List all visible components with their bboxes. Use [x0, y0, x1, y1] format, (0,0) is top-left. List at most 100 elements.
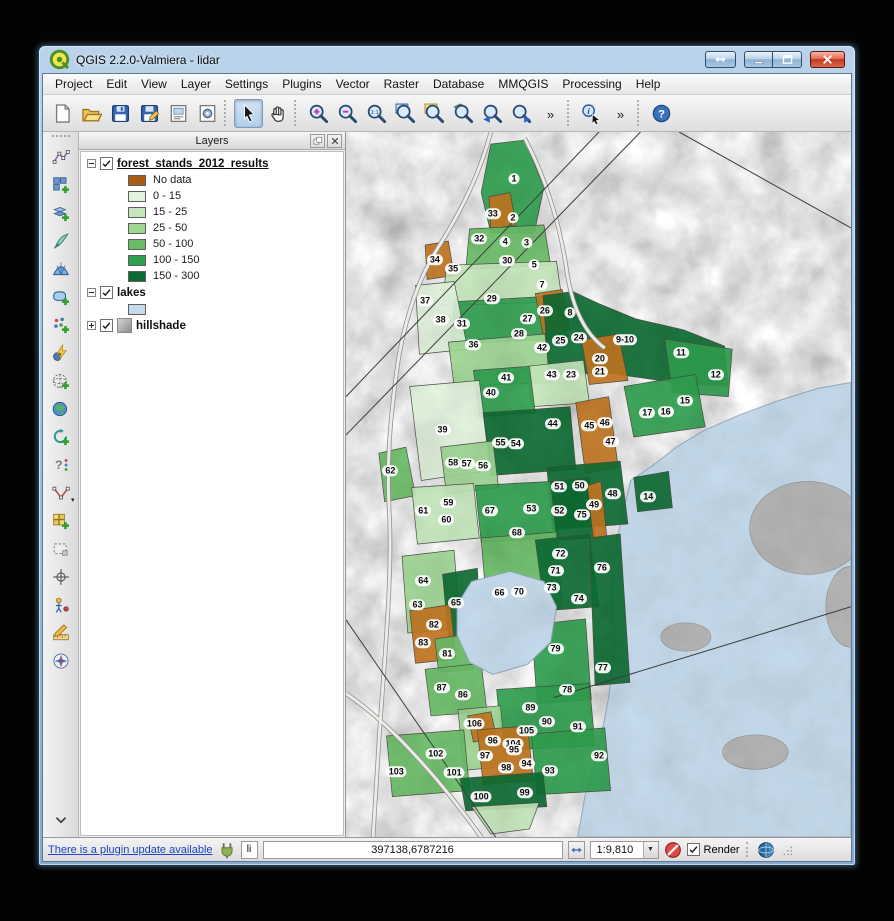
- scale-combobox[interactable]: 1:9,810 ▼: [590, 841, 659, 859]
- resize-grip[interactable]: [780, 842, 794, 858]
- titlebar[interactable]: QGIS 2.2.0-Valmiera - lidar: [42, 46, 852, 73]
- legend-item: No data: [81, 172, 343, 188]
- overflow-button[interactable]: »: [606, 99, 635, 128]
- lightning-button[interactable]: [47, 339, 75, 366]
- digitize-nodes-icon: [52, 148, 70, 166]
- zoom-layer-button[interactable]: [449, 99, 478, 128]
- crosshair-button[interactable]: [47, 563, 75, 590]
- rounded-rect-button[interactable]: [47, 283, 75, 310]
- legend-item: 50 - 100: [81, 236, 343, 252]
- menu-view[interactable]: View: [134, 75, 174, 93]
- menu-layer[interactable]: Layer: [174, 75, 218, 93]
- zoom-selection-button[interactable]: [420, 99, 449, 128]
- stop-render-button[interactable]: [664, 841, 682, 859]
- zoom-next-button[interactable]: [507, 99, 536, 128]
- zoom-in-icon: [308, 103, 329, 124]
- pan-map-button[interactable]: [263, 99, 292, 128]
- main-toolbar: 1:1»i»?: [43, 95, 851, 132]
- feather-button[interactable]: [47, 227, 75, 254]
- chevron-down-icon[interactable]: ▼: [643, 842, 658, 858]
- svg-text:1:1: 1:1: [371, 109, 379, 115]
- open-project-button[interactable]: [77, 99, 106, 128]
- menu-plugins[interactable]: Plugins: [275, 75, 328, 93]
- pencil-measure-button[interactable]: [47, 619, 75, 646]
- legend-label: No data: [153, 174, 192, 186]
- identify-button[interactable]: i: [577, 99, 606, 128]
- menu-mmqgis[interactable]: MMQGIS: [491, 75, 555, 93]
- zoom-out-icon: [337, 103, 358, 124]
- window-arrows-button[interactable]: [705, 51, 736, 68]
- collapse-icon[interactable]: [87, 288, 96, 297]
- layer-name[interactable]: hillshade: [136, 320, 186, 332]
- more-tools-button[interactable]: [47, 806, 75, 833]
- minimize-button[interactable]: [744, 51, 773, 68]
- render-toggle[interactable]: Render: [687, 843, 740, 856]
- close-button[interactable]: [810, 51, 845, 68]
- menu-vector[interactable]: Vector: [329, 75, 377, 93]
- add-part-button[interactable]: [47, 171, 75, 198]
- map-canvas[interactable]: 1332324334353057292637278383128253642249…: [346, 132, 851, 837]
- layer-visibility-checkbox[interactable]: [100, 286, 113, 299]
- globe-button[interactable]: [47, 395, 75, 422]
- scale-value: 1:9,810: [591, 842, 643, 858]
- zoom-last-icon: [482, 103, 503, 124]
- add-layers-button[interactable]: [47, 199, 75, 226]
- grid-add-button[interactable]: [47, 507, 75, 534]
- menu-settings[interactable]: Settings: [218, 75, 275, 93]
- window-title: QGIS 2.2.0-Valmiera - lidar: [76, 53, 220, 67]
- float-panel-button[interactable]: [310, 134, 325, 148]
- save-project-as-button[interactable]: [135, 99, 164, 128]
- layer-row[interactable]: forest_stands_2012_results: [81, 155, 343, 172]
- new-composer-button[interactable]: [164, 99, 193, 128]
- layer-row[interactable]: lakes: [81, 284, 343, 301]
- legend-swatch: [128, 304, 146, 315]
- chevron-down-icon[interactable]: ▾: [71, 498, 75, 504]
- menu-database[interactable]: Database: [426, 75, 491, 93]
- digitize-nodes-button[interactable]: [47, 143, 75, 170]
- composer-manager-button[interactable]: [193, 99, 222, 128]
- zoom-in-button[interactable]: [304, 99, 333, 128]
- collapse-icon[interactable]: [87, 159, 96, 168]
- zoom-full-button[interactable]: [391, 99, 420, 128]
- maximize-button[interactable]: [773, 51, 802, 68]
- menu-raster[interactable]: Raster: [377, 75, 426, 93]
- globe-mesh-button[interactable]: [47, 367, 75, 394]
- swirl-button[interactable]: [47, 423, 75, 450]
- coordinate-display[interactable]: [263, 841, 563, 859]
- menu-edit[interactable]: Edit: [99, 75, 134, 93]
- layer-visibility-checkbox[interactable]: [100, 319, 113, 332]
- help-nodes-button[interactable]: ?: [47, 451, 75, 478]
- menu-processing[interactable]: Processing: [555, 75, 628, 93]
- menu-help[interactable]: Help: [629, 75, 668, 93]
- zoom-out-button[interactable]: [333, 99, 362, 128]
- new-project-button[interactable]: [48, 99, 77, 128]
- legend-label: 0 - 15: [153, 190, 181, 202]
- layer-row[interactable]: hillshade: [81, 317, 343, 334]
- plugin-manager-button[interactable]: [218, 841, 236, 859]
- layer-name[interactable]: forest_stands_2012_results: [117, 158, 269, 170]
- render-label: Render: [704, 844, 740, 856]
- plugin-update-link[interactable]: There is a plugin update available: [48, 844, 213, 856]
- help-button[interactable]: ?: [647, 99, 676, 128]
- dashed-rect-button[interactable]: [47, 535, 75, 562]
- layer-visibility-checkbox[interactable]: [100, 157, 113, 170]
- scatter-button[interactable]: [47, 311, 75, 338]
- compass-pin-button[interactable]: [47, 647, 75, 674]
- save-project-button[interactable]: [106, 99, 135, 128]
- layer-name[interactable]: lakes: [117, 287, 146, 299]
- toggle-extents-button[interactable]: [568, 841, 585, 859]
- menu-project[interactable]: Project: [48, 75, 99, 93]
- expand-icon[interactable]: [87, 321, 96, 330]
- shell-fan-button[interactable]: [47, 255, 75, 282]
- render-checkbox[interactable]: [687, 843, 700, 856]
- pan-map-icon: [267, 103, 288, 124]
- vertex-tool-button[interactable]: ▾: [47, 479, 75, 506]
- touch-tool-button[interactable]: [234, 99, 263, 128]
- zoom-actual-button[interactable]: 1:1: [362, 99, 391, 128]
- overflow-button[interactable]: »: [536, 99, 565, 128]
- zoom-last-button[interactable]: [478, 99, 507, 128]
- crs-status-button[interactable]: [757, 841, 775, 859]
- close-panel-button[interactable]: [327, 134, 342, 148]
- waypoint-button[interactable]: [47, 591, 75, 618]
- toolbar-grip[interactable]: [52, 135, 70, 139]
